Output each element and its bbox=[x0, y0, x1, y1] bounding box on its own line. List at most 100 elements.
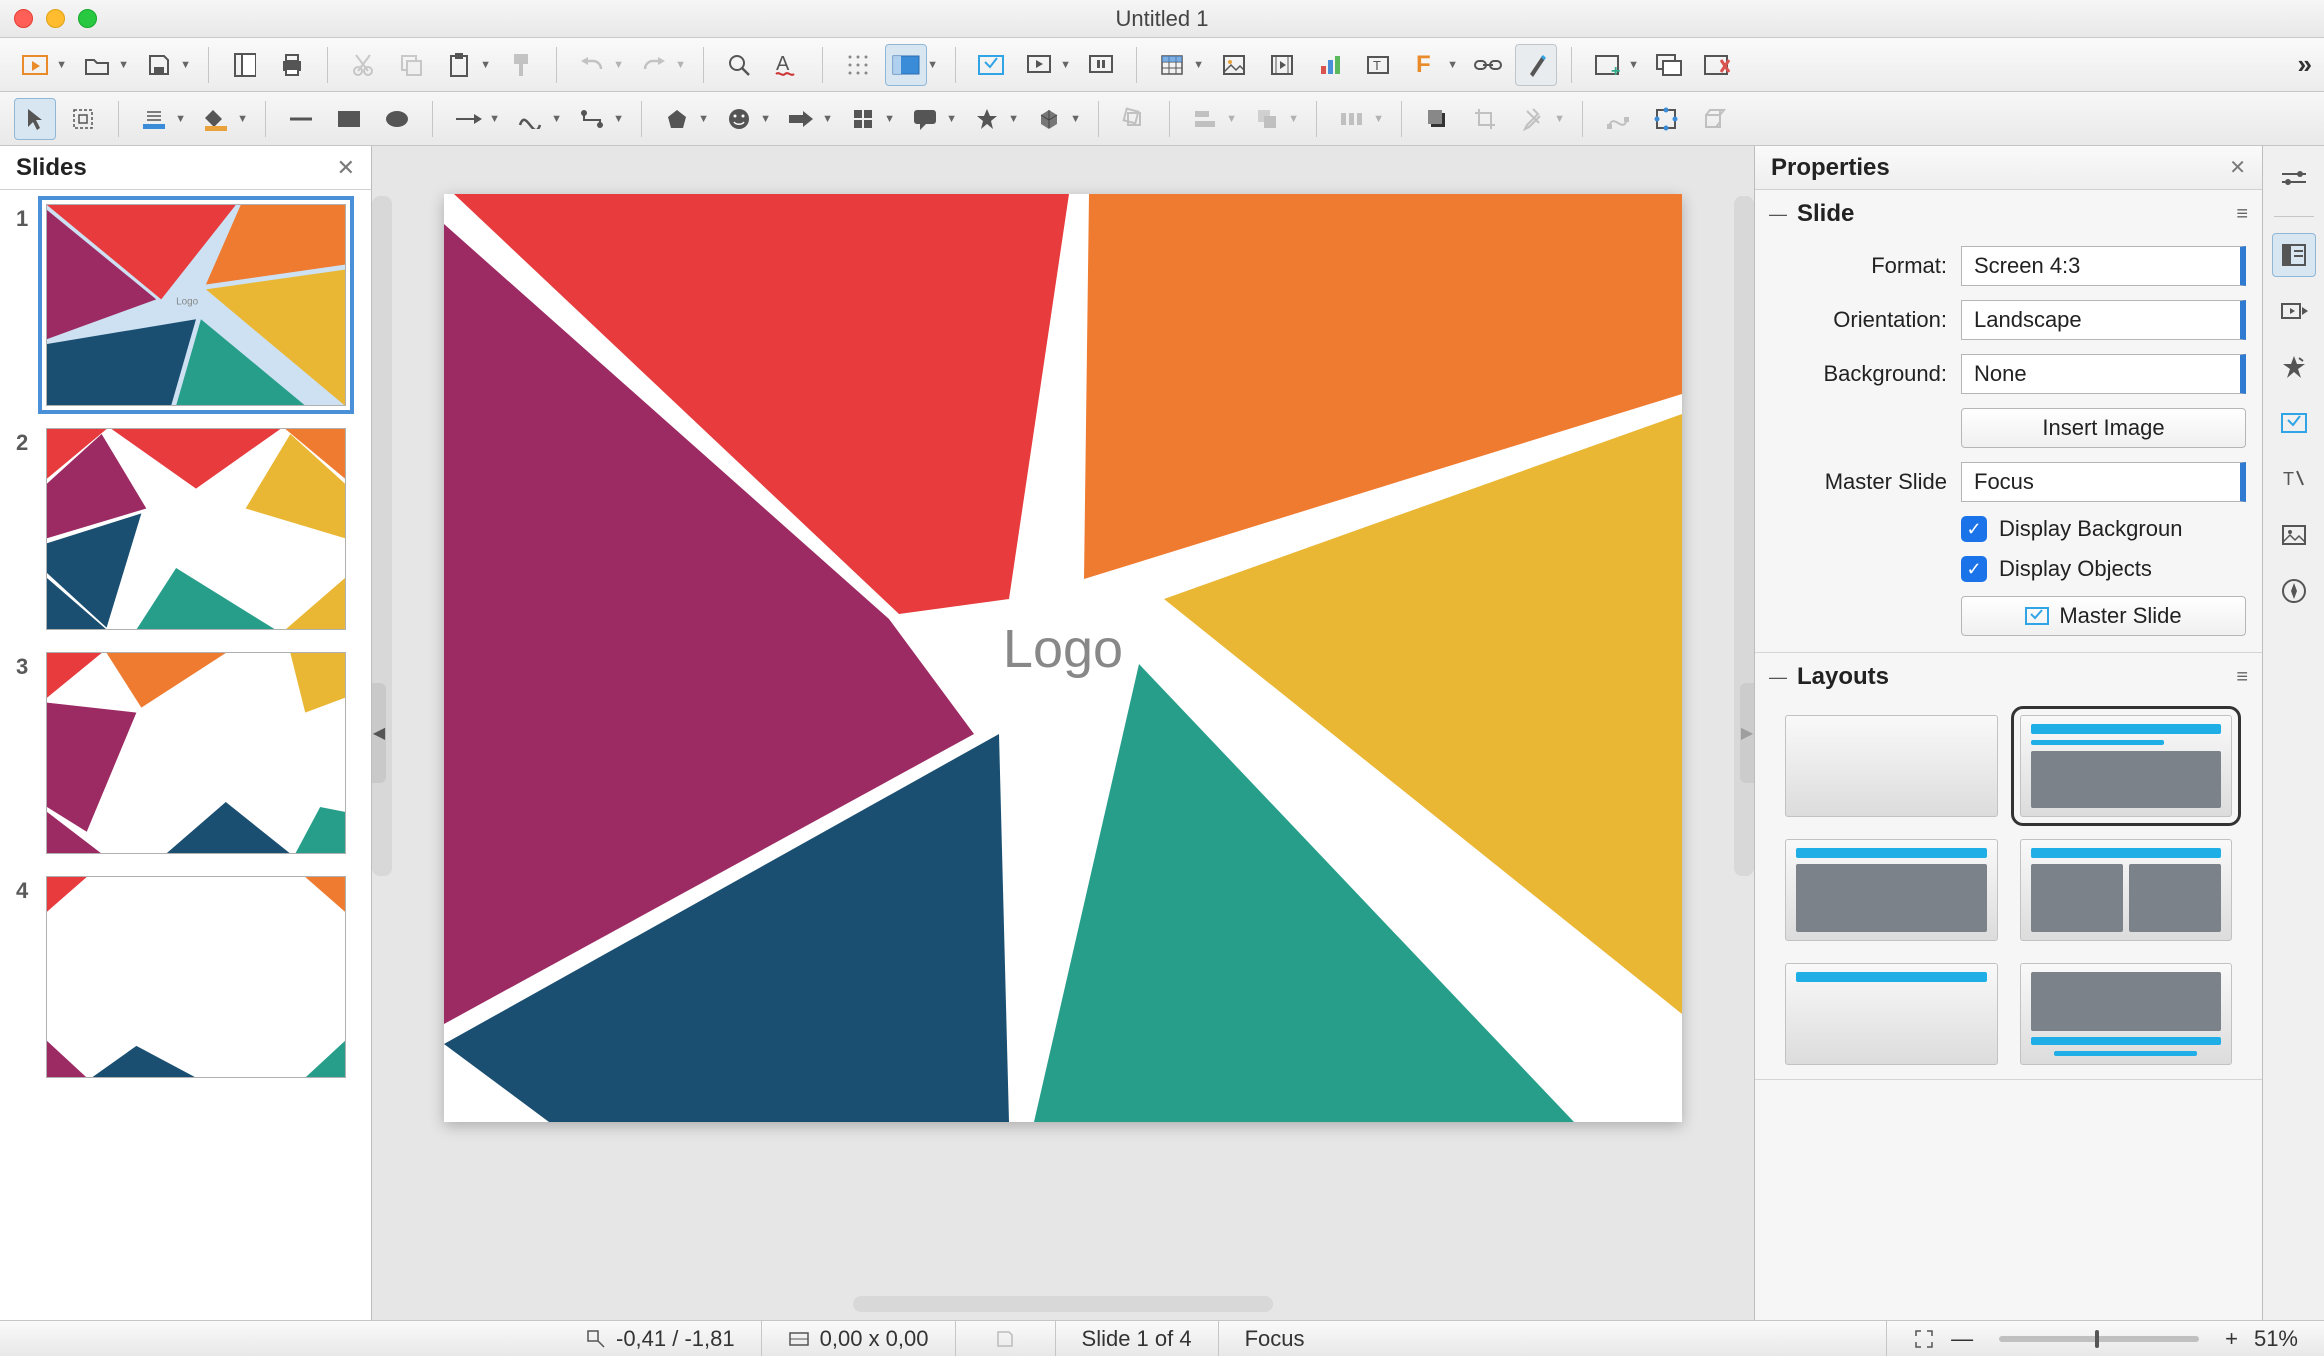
tab-transitions[interactable] bbox=[2272, 289, 2316, 333]
menu-icon[interactable]: ≡ bbox=[2236, 203, 2248, 226]
dropdown-icon[interactable]: ▼ bbox=[1554, 113, 1565, 125]
horizontal-scrollbar[interactable] bbox=[853, 1296, 1273, 1312]
zoom-in-icon[interactable]: + bbox=[2225, 1326, 2238, 1352]
line-tool[interactable] bbox=[280, 98, 322, 140]
slides-panel-body[interactable]: 1 Logo 2 bbox=[0, 190, 371, 1320]
align-tool[interactable]: ▼ bbox=[1184, 98, 1226, 140]
dropdown-icon[interactable]: ▼ bbox=[551, 113, 562, 125]
dropdown-icon[interactable]: ▼ bbox=[946, 113, 957, 125]
extrusion-tool[interactable] bbox=[1693, 98, 1735, 140]
canvas-area[interactable]: ◀ Logo ▶ bbox=[372, 146, 1754, 1320]
insert-image-button[interactable]: Insert Image bbox=[1961, 408, 2246, 448]
layout-blank[interactable] bbox=[1785, 715, 1998, 817]
dropdown-icon[interactable]: ▼ bbox=[1008, 113, 1019, 125]
logo-placeholder[interactable]: Logo bbox=[1003, 618, 1123, 680]
points-tool[interactable] bbox=[1597, 98, 1639, 140]
ellipse-tool[interactable] bbox=[376, 98, 418, 140]
close-icon[interactable]: ✕ bbox=[2229, 155, 2246, 180]
slide-thumbnail[interactable]: 4 bbox=[16, 876, 355, 1078]
insert-chart-button[interactable] bbox=[1309, 44, 1351, 86]
zoom-out-icon[interactable]: — bbox=[1951, 1326, 1973, 1352]
start-presentation-button[interactable]: ▼ bbox=[1018, 44, 1060, 86]
grid-button[interactable] bbox=[837, 44, 879, 86]
tab-navigator[interactable] bbox=[2272, 569, 2316, 613]
close-window-icon[interactable] bbox=[14, 9, 33, 28]
layout-title-2content[interactable] bbox=[1785, 839, 1998, 941]
undo-button[interactable]: ▼ bbox=[571, 44, 613, 86]
dropdown-icon[interactable]: ▼ bbox=[1070, 113, 1081, 125]
stars-tool[interactable]: ▼ bbox=[966, 98, 1008, 140]
layout-centered[interactable] bbox=[2020, 963, 2233, 1065]
views-button[interactable]: ▼ bbox=[885, 44, 927, 86]
orientation-combo[interactable]: Landscape bbox=[1961, 300, 2246, 340]
spellcheck-button[interactable]: A bbox=[766, 44, 808, 86]
zoom-pan-tool[interactable] bbox=[62, 98, 104, 140]
print-button[interactable] bbox=[271, 44, 313, 86]
insert-table-button[interactable]: ▼ bbox=[1151, 44, 1193, 86]
vertical-scrollbar-right[interactable] bbox=[1734, 196, 1754, 876]
layout-title-only[interactable] bbox=[1785, 963, 1998, 1065]
menu-icon[interactable]: ≡ bbox=[2236, 666, 2248, 689]
master-slide-button[interactable] bbox=[970, 44, 1012, 86]
block-arrows-tool[interactable]: ▼ bbox=[780, 98, 822, 140]
collapse-icon[interactable]: — bbox=[1769, 204, 1787, 225]
shadow-tool[interactable] bbox=[1416, 98, 1458, 140]
dropdown-icon[interactable]: ▼ bbox=[1060, 59, 1071, 71]
dropdown-icon[interactable]: ▼ bbox=[884, 113, 895, 125]
filter-tool[interactable]: ▼ bbox=[1512, 98, 1554, 140]
cut-button[interactable] bbox=[342, 44, 384, 86]
dropdown-icon[interactable]: ▼ bbox=[237, 113, 248, 125]
collapse-icon[interactable]: — bbox=[1769, 667, 1787, 688]
maximize-window-icon[interactable] bbox=[78, 9, 97, 28]
insert-hyperlink-button[interactable] bbox=[1467, 44, 1509, 86]
distribute-tool[interactable]: ▼ bbox=[1331, 98, 1373, 140]
slide-canvas[interactable]: Logo bbox=[444, 194, 1682, 1122]
dropdown-icon[interactable]: ▼ bbox=[822, 113, 833, 125]
export-pdf-button[interactable] bbox=[223, 44, 265, 86]
dropdown-icon[interactable]: ▼ bbox=[1226, 113, 1237, 125]
curve-tool[interactable]: ▼ bbox=[509, 98, 551, 140]
insert-fontwork-button[interactable]: F▼ bbox=[1405, 44, 1447, 86]
copy-button[interactable] bbox=[390, 44, 432, 86]
dropdown-icon[interactable]: ▼ bbox=[927, 59, 938, 71]
dropdown-icon[interactable]: ▼ bbox=[118, 59, 129, 71]
dropdown-icon[interactable]: ▼ bbox=[1628, 59, 1639, 71]
new-button[interactable]: ▼ bbox=[14, 44, 56, 86]
crop-tool[interactable] bbox=[1464, 98, 1506, 140]
connector-tool[interactable]: ▼ bbox=[571, 98, 613, 140]
paste-button[interactable]: ▼ bbox=[438, 44, 480, 86]
close-icon[interactable]: ✕ bbox=[337, 155, 355, 181]
insert-image-button[interactable] bbox=[1213, 44, 1255, 86]
dropdown-icon[interactable]: ▼ bbox=[1447, 59, 1458, 71]
gluepoints-tool[interactable] bbox=[1645, 98, 1687, 140]
format-combo[interactable]: Screen 4:3 bbox=[1961, 246, 2246, 286]
minimize-window-icon[interactable] bbox=[46, 9, 65, 28]
dropdown-icon[interactable]: ▼ bbox=[1193, 59, 1204, 71]
dropdown-icon[interactable]: ▼ bbox=[1373, 113, 1384, 125]
sb-slide[interactable]: Slide 1 of 4 bbox=[1056, 1321, 1219, 1356]
arrow-tool[interactable]: ▼ bbox=[447, 98, 489, 140]
clone-format-button[interactable] bbox=[500, 44, 542, 86]
collapse-left-icon[interactable]: ◀ bbox=[372, 683, 386, 783]
flowchart-tool[interactable]: ▼ bbox=[842, 98, 884, 140]
open-button[interactable]: ▼ bbox=[76, 44, 118, 86]
callout-tool[interactable]: ▼ bbox=[904, 98, 946, 140]
dropdown-icon[interactable]: ▼ bbox=[698, 113, 709, 125]
arrange-tool[interactable]: ▼ bbox=[1246, 98, 1288, 140]
tab-master[interactable] bbox=[2272, 401, 2316, 445]
toolbar-overflow-icon[interactable]: » bbox=[2298, 49, 2310, 80]
duplicate-slide-button[interactable] bbox=[1648, 44, 1690, 86]
tab-gallery[interactable] bbox=[2272, 513, 2316, 557]
fit-page-icon[interactable] bbox=[1913, 1328, 1935, 1350]
layout-title-2col[interactable] bbox=[2020, 839, 2233, 941]
background-combo[interactable]: None bbox=[1961, 354, 2246, 394]
tab-settings[interactable] bbox=[2272, 156, 2316, 200]
checkbox-icon[interactable]: ✓ bbox=[1961, 556, 1987, 582]
checkbox-icon[interactable]: ✓ bbox=[1961, 516, 1987, 542]
dropdown-icon[interactable]: ▼ bbox=[480, 59, 491, 71]
new-slide-button[interactable]: +▼ bbox=[1586, 44, 1628, 86]
dropdown-icon[interactable]: ▼ bbox=[175, 113, 186, 125]
tab-styles[interactable]: T bbox=[2272, 457, 2316, 501]
start-current-button[interactable] bbox=[1080, 44, 1122, 86]
sb-master[interactable]: Focus bbox=[1219, 1321, 1888, 1356]
